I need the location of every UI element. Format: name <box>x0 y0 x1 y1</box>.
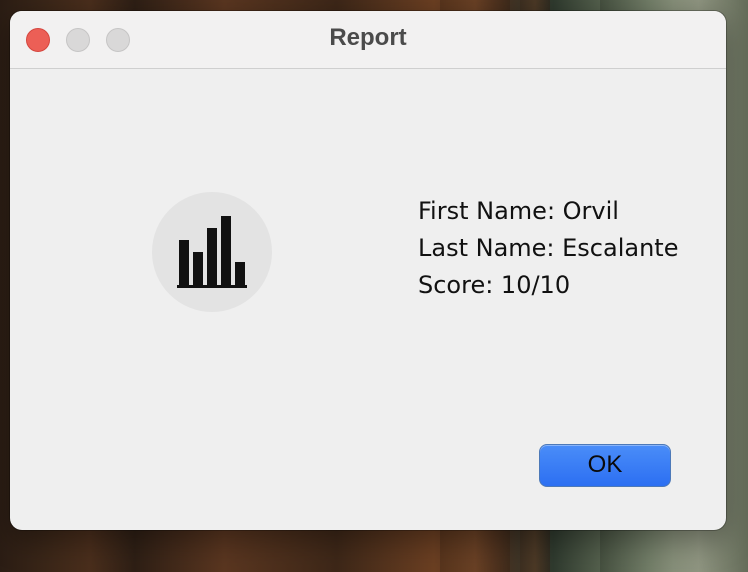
first-name-label: First Name: Orvil <box>418 197 619 225</box>
bar-chart-icon <box>177 216 247 288</box>
window-title: Report <box>329 24 407 51</box>
report-details: First Name: Orvil Last Name: Escalante S… <box>418 193 678 304</box>
score-label: Score: 10/10 <box>418 271 571 299</box>
title-bar: Report <box>10 11 726 69</box>
report-icon-container <box>152 192 272 312</box>
report-dialog: Report First Name: Orvil Last Name: Esca… <box>10 11 726 530</box>
ok-button[interactable]: OK <box>539 444 671 487</box>
last-name-label: Last Name: Escalante <box>418 234 679 262</box>
